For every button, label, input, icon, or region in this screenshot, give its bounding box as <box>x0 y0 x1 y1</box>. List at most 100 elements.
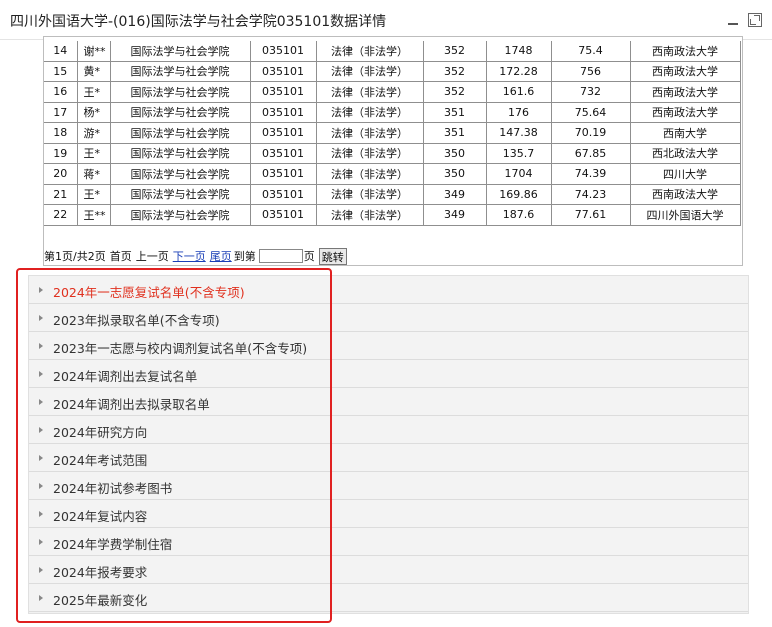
table-cell: 国际法学与社会学院 <box>109 204 251 226</box>
table-cell: 352 <box>422 81 487 103</box>
table-cell: 75.4 <box>550 41 631 62</box>
table-cell: 国际法学与社会学院 <box>109 101 251 123</box>
table-cell: 黄* <box>76 60 111 82</box>
caret-right-icon <box>39 343 43 349</box>
table-cell: 国际法学与社会学院 <box>109 183 251 205</box>
table-cell: 国际法学与社会学院 <box>109 81 251 103</box>
table-cell: 172.28 <box>485 60 552 82</box>
table-cell: 20 <box>44 163 78 185</box>
table-cell: 西南政法大学 <box>629 41 741 62</box>
table-cell: 法律（非法学） <box>315 204 424 226</box>
table-cell: 352 <box>422 41 487 62</box>
table-cell: 国际法学与社会学院 <box>109 41 251 62</box>
accordion-item[interactable]: 2024年一志愿复试名单(不含专项) <box>29 276 748 304</box>
table-cell: 756 <box>550 60 631 82</box>
table-row: 19 王* 国际法学与社会学院 035101 法律（非法学） 350 135.7 67.85 西… <box>44 142 741 164</box>
page-info: 第1页/共2页 <box>44 250 106 263</box>
table-cell: 176 <box>485 101 552 123</box>
table-row: 15 黄* 国际法学与社会学院 035101 法律（非法学） 352 172.28 756 西南… <box>44 60 741 82</box>
table-cell: 351 <box>422 101 487 123</box>
goto-suffix: 页 <box>303 250 315 263</box>
table-cell: 147.38 <box>485 122 552 144</box>
maximize-icon[interactable] <box>748 13 762 27</box>
caret-right-icon <box>39 315 43 321</box>
accordion-item-label: 2024年一志愿复试名单(不含专项) <box>53 285 245 300</box>
last-page-link[interactable]: 尾页 <box>210 248 232 264</box>
accordion-item-label: 2024年学费学制住宿 <box>53 537 173 552</box>
accordion-item-label: 2024年考试范围 <box>53 453 148 468</box>
goto-prefix: 到第 <box>233 250 256 263</box>
accordion-item[interactable]: 2024年考试范围 <box>29 444 748 472</box>
table-cell: 王* <box>76 142 111 164</box>
jump-button[interactable]: 跳转 <box>318 247 347 265</box>
accordion-item[interactable]: 2024年研究方向 <box>29 416 748 444</box>
table-cell: 035101 <box>249 183 317 205</box>
table-cell: 国际法学与社会学院 <box>109 122 251 144</box>
table-cell: 西南大学 <box>629 122 741 144</box>
table-cell: 74.23 <box>550 183 631 205</box>
table-row: 16 王* 国际法学与社会学院 035101 法律（非法学） 352 161.6 732 西南政… <box>44 81 741 103</box>
table-cell: 035101 <box>249 163 317 185</box>
table-cell: 法律（非法学） <box>315 142 424 164</box>
accordion-item[interactable]: 2024年调剂出去复试名单 <box>29 360 748 388</box>
caret-right-icon <box>39 539 43 545</box>
accordion-item-label: 2023年拟录取名单(不含专项) <box>53 313 220 328</box>
table-cell: 谢** <box>76 41 111 62</box>
accordion-item-label: 2024年调剂出去复试名单 <box>53 369 198 384</box>
table-cell: 法律（非法学） <box>315 163 424 185</box>
admission-table: 14 谢** 国际法学与社会学院 035101 法律（非法学） 352 1748 75.4 西南… <box>44 41 741 226</box>
table-cell: 王** <box>76 204 111 226</box>
accordion-item-label: 2023年一志愿与校内调剂复试名单(不含专项) <box>53 341 308 356</box>
table-row: 17 杨* 国际法学与社会学院 035101 法律（非法学） 351 176 75.64 西南政… <box>44 101 741 123</box>
table-cell: 035101 <box>249 81 317 103</box>
table-cell: 21 <box>44 183 78 205</box>
info-accordion: 2024年一志愿复试名单(不含专项) 2023年拟录取名单(不含专项) 2023年一… <box>28 275 749 614</box>
table-cell: 法律（非法学） <box>315 183 424 205</box>
table-cell: 350 <box>422 142 487 164</box>
caret-right-icon <box>39 511 43 517</box>
first-page-text: 首页 <box>109 250 132 263</box>
table-cell: 350 <box>422 163 487 185</box>
table-cell: 352 <box>422 60 487 82</box>
accordion-item[interactable]: 2024年初试参考图书 <box>29 472 748 500</box>
results-panel: 14 谢** 国际法学与社会学院 035101 法律（非法学） 352 1748 75.4 西南… <box>43 36 743 266</box>
table-cell: 西南政法大学 <box>629 60 741 82</box>
accordion-item-label: 2024年初试参考图书 <box>53 481 173 496</box>
table-cell: 国际法学与社会学院 <box>109 60 251 82</box>
table-cell: 四川外国语大学 <box>629 204 741 226</box>
accordion-item[interactable]: 2024年调剂出去拟录取名单 <box>29 388 748 416</box>
accordion-item[interactable]: 2023年拟录取名单(不含专项) <box>29 304 748 332</box>
accordion-item[interactable]: 2025年最新变化 <box>29 584 748 612</box>
table-cell: 67.85 <box>550 142 631 164</box>
table-cell: 035101 <box>249 122 317 144</box>
accordion-item[interactable]: 2024年复试内容 <box>29 500 748 528</box>
table-cell: 351 <box>422 122 487 144</box>
accordion-item[interactable]: 2024年报考要求 <box>29 556 748 584</box>
table-cell: 349 <box>422 204 487 226</box>
table-cell: 法律（非法学） <box>315 60 424 82</box>
table-cell: 16 <box>44 81 78 103</box>
accordion-item[interactable]: 2024年学费学制住宿 <box>29 528 748 556</box>
table-cell: 四川大学 <box>629 163 741 185</box>
table-row: 22 王** 国际法学与社会学院 035101 法律（非法学） 349 187.6 77.61… <box>44 204 741 226</box>
caret-right-icon <box>39 483 43 489</box>
table-cell: 349 <box>422 183 487 205</box>
caret-right-icon <box>39 427 43 433</box>
table-cell: 19 <box>44 142 78 164</box>
table-cell: 西南政法大学 <box>629 183 741 205</box>
table-cell: 14 <box>44 41 78 62</box>
page-number-input[interactable] <box>258 249 303 263</box>
table-cell: 22 <box>44 204 78 226</box>
table-cell: 15 <box>44 60 78 82</box>
next-page-link[interactable]: 下一页 <box>173 248 206 264</box>
table-cell: 035101 <box>249 41 317 62</box>
table-cell: 035101 <box>249 101 317 123</box>
table-cell: 732 <box>550 81 631 103</box>
table-cell: 187.6 <box>485 204 552 226</box>
table-cell: 035101 <box>249 142 317 164</box>
accordion-item[interactable]: 2023年一志愿与校内调剂复试名单(不含专项) <box>29 332 748 360</box>
table-cell: 法律（非法学） <box>315 41 424 62</box>
minimize-icon[interactable] <box>726 13 740 27</box>
table-cell: 杨* <box>76 101 111 123</box>
pagination: 第1页/共2页 首页 上一页 下一页 尾页 到第 页 跳转 <box>44 247 347 265</box>
